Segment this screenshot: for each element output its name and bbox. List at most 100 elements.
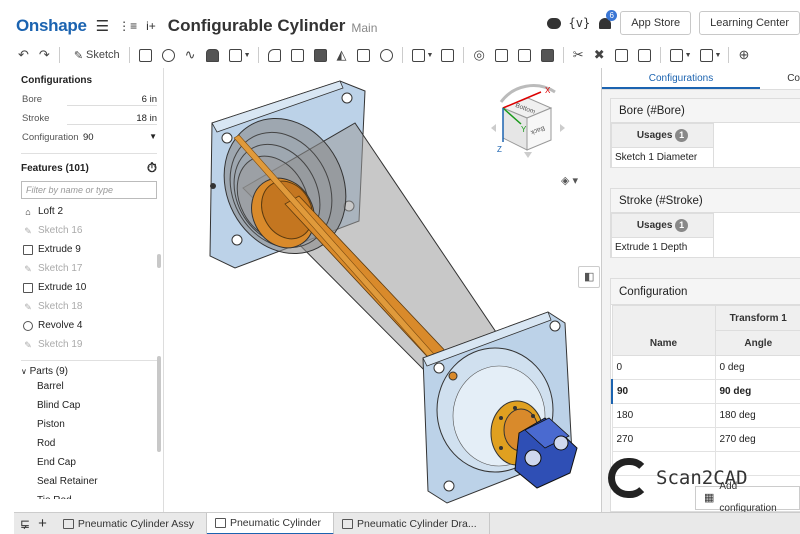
part-item[interactable]: Tie Rod [16, 491, 163, 499]
transform-icon[interactable] [517, 48, 531, 62]
variables-icon[interactable]: {v} [569, 16, 591, 30]
configuration-name-cell[interactable]: 0 [611, 355, 716, 380]
loft-icon: ⌂ [25, 206, 31, 217]
feature-item[interactable]: Revolve 4 [16, 316, 163, 335]
menu-icon[interactable]: ☰ [96, 17, 109, 35]
stroke-value[interactable]: 18 in [67, 113, 157, 125]
document-tab[interactable]: Pneumatic Cylinder Dra... [334, 512, 490, 534]
loft-icon[interactable] [205, 48, 219, 62]
rib-icon[interactable]: ◭ [337, 47, 347, 63]
configuration-row[interactable]: 90 90 deg [611, 379, 800, 404]
tab-manager-icon[interactable]: ⋤ [20, 517, 30, 531]
app-store-button[interactable]: App Store [620, 11, 692, 35]
learning-center-button[interactable]: Learning Center [699, 11, 800, 35]
extrude-icon[interactable] [138, 48, 152, 62]
revolve-icon[interactable] [161, 48, 175, 62]
feature-filter-input[interactable]: Filter by name or type [21, 181, 157, 199]
axis-z-label: Z [497, 145, 502, 154]
configuration-angle-cell[interactable]: 90 deg [714, 379, 800, 404]
configuration-row[interactable]: 00 deg [611, 355, 800, 380]
configuration-name-cell[interactable]: 180 [611, 403, 716, 428]
configuration-select[interactable]: 90 ▼ [79, 132, 157, 143]
appearance-panel-button[interactable]: ◧ [578, 266, 600, 288]
feature-item[interactable]: ✎ Sketch 18 [16, 297, 163, 316]
view-options-icon[interactable]: ◈ ▾ [561, 174, 578, 187]
mate-connector-icon[interactable] [699, 48, 713, 62]
feature-scrollbar[interactable] [157, 254, 161, 268]
document-title[interactable]: Configurable Cylinder [168, 16, 346, 36]
delete-part-icon[interactable] [540, 48, 554, 62]
configuration-name-cell[interactable]: 270 [611, 427, 716, 452]
sweep-icon[interactable]: ∿ [185, 47, 196, 63]
split-icon[interactable] [494, 48, 508, 62]
tab-configurations[interactable]: Configurations [602, 68, 760, 89]
fillet-icon[interactable] [267, 48, 281, 62]
insert-icon[interactable]: i+ [146, 19, 156, 33]
replace-face-icon[interactable] [637, 48, 651, 62]
parts-header[interactable]: ∨ Parts (9) [21, 360, 157, 377]
configuration-row[interactable]: 180 180 deg [611, 403, 800, 428]
parts-scrollbar[interactable] [157, 356, 161, 452]
part-item[interactable]: Piston [16, 415, 163, 434]
feature-item[interactable]: ⌂ Loft 2 [16, 202, 163, 221]
feature-item[interactable]: Extrude 9 [16, 240, 163, 259]
stroke-usage[interactable]: Extrude 1 Depth [611, 237, 714, 258]
part-item[interactable]: Barrel [16, 377, 163, 396]
part-item[interactable]: End Cap [16, 453, 163, 472]
onshape-logo[interactable]: Onshape [16, 16, 87, 36]
config-row-bore[interactable]: Bore 6 in [22, 90, 157, 109]
bore-value[interactable]: 6 in [67, 94, 157, 106]
notifications-icon[interactable]: 6 [598, 10, 618, 30]
view-cube[interactable]: X Y Z Bottom Back [483, 80, 573, 160]
bore-card-title[interactable]: Bore (#Bore) [611, 99, 800, 123]
chamfer-icon[interactable] [290, 48, 304, 62]
feature-item[interactable]: ✎ Sketch 19 [16, 335, 163, 354]
feature-item[interactable]: Extrude 10 [16, 278, 163, 297]
boolean-icon[interactable]: ◎ [473, 47, 484, 63]
feature-list-icon[interactable]: ⋮≡ [118, 19, 137, 33]
part-item[interactable]: Seal Retainer [16, 472, 163, 491]
redo-icon[interactable]: ↷ [39, 47, 50, 63]
chevron-down-icon[interactable]: ▼ [427, 52, 434, 59]
comments-icon[interactable] [546, 17, 561, 29]
feature-item[interactable]: ✎ Sketch 17 [16, 259, 163, 278]
right-panel-tabs: Configurations Co [602, 68, 800, 90]
chevron-down-icon[interactable]: ▼ [685, 52, 692, 59]
plane-icon[interactable] [669, 48, 683, 62]
configuration-angle-cell[interactable]: 180 deg [714, 403, 800, 428]
part-item[interactable]: Rod [16, 434, 163, 453]
document-tab[interactable]: Pneumatic Cylinder Assy [55, 512, 207, 534]
thicken-icon[interactable] [228, 48, 242, 62]
tab-collapsed[interactable]: Co [760, 68, 800, 89]
configuration-angle-cell[interactable]: 270 deg [714, 427, 800, 452]
sketch-button[interactable]: ✎ Sketch [74, 49, 120, 62]
hole-icon[interactable] [379, 48, 393, 62]
document-tab[interactable]: Pneumatic Cylinder [206, 512, 335, 534]
branch-label[interactable]: Main [351, 21, 377, 35]
config-row-stroke[interactable]: Stroke 18 in [22, 109, 157, 128]
configuration-card-title[interactable]: Configuration [611, 279, 800, 305]
configuration-name-cell[interactable]: 90 [611, 379, 716, 404]
configuration-angle-cell[interactable]: 0 deg [714, 355, 800, 380]
graphics-viewport[interactable]: X Y Z Bottom Back ◈ ▾ ◧ [165, 68, 601, 512]
pattern-icon[interactable] [411, 48, 425, 62]
revolve-icon [23, 320, 33, 331]
mirror-icon[interactable] [441, 48, 455, 62]
config-row-configuration[interactable]: Configuration 90 ▼ [22, 128, 157, 147]
undo-icon[interactable]: ↶ [18, 47, 29, 63]
feature-item[interactable]: ✎ Sketch 16 [16, 221, 163, 240]
add-tab-icon[interactable]: + [38, 515, 47, 532]
add-custom-feature-icon[interactable]: ⊕ [738, 47, 749, 63]
part-item[interactable]: Blind Cap [16, 396, 163, 415]
stroke-card-title[interactable]: Stroke (#Stroke) [611, 189, 800, 213]
rollback-timer-icon[interactable]: ⏱ [147, 160, 157, 176]
bore-usage[interactable]: Sketch 1 Diameter [611, 147, 714, 168]
move-face-icon[interactable] [614, 48, 628, 62]
draft-icon[interactable] [313, 48, 327, 62]
configuration-row[interactable]: 270 270 deg [611, 427, 800, 452]
chevron-down-icon[interactable]: ▼ [244, 52, 251, 59]
modify-fillet-icon[interactable]: ✂ [573, 47, 584, 63]
chevron-down-icon[interactable]: ▼ [715, 52, 722, 59]
shell-icon[interactable] [356, 48, 370, 62]
delete-face-icon[interactable]: ✖ [594, 47, 605, 63]
